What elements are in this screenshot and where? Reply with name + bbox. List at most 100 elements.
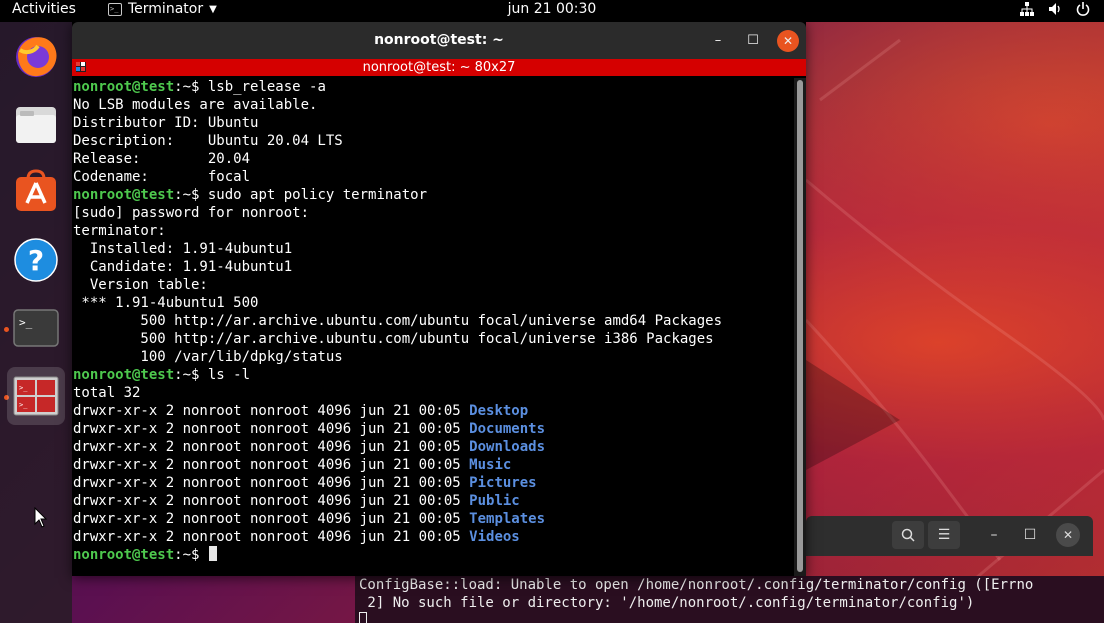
dock-item-firefox[interactable] — [7, 27, 65, 85]
terminal-output-line: Version table: — [73, 277, 208, 293]
ls-entry-details: drwxr-xr-x 2 nonroot nonroot 4096 jun 21… — [73, 493, 470, 509]
terminal-line: 2] No such file or directory: '/home/non… — [359, 595, 975, 611]
window-title: nonroot@test: ~ — [374, 32, 504, 48]
activities-button[interactable]: Activities — [12, 0, 76, 18]
ls-entry-details: drwxr-xr-x 2 nonroot nonroot 4096 jun 21… — [73, 439, 470, 455]
dock-item-terminal[interactable]: >_ — [7, 299, 65, 357]
ls-entry-details: drwxr-xr-x 2 nonroot nonroot 4096 jun 21… — [73, 475, 470, 491]
svg-text:>_: >_ — [19, 316, 33, 329]
terminal-output-line: 500 http://ar.archive.ubuntu.com/ubuntu … — [73, 331, 714, 347]
close-icon[interactable]: ✕ — [1056, 523, 1080, 547]
close-icon[interactable]: ✕ — [777, 30, 799, 52]
ls-entry: drwxr-xr-x 2 nonroot nonroot 4096 jun 21… — [73, 510, 545, 528]
ls-entry-details: drwxr-xr-x 2 nonroot nonroot 4096 jun 21… — [73, 421, 470, 437]
terminal-output-line: terminator: — [73, 223, 166, 239]
maximize-icon[interactable]: ☐ — [742, 30, 764, 52]
terminal-command-line: nonroot@test:~$ lsb_release -a — [73, 78, 326, 96]
prompt-suffix: :~$ — [174, 367, 208, 383]
terminal-cursor — [359, 612, 367, 623]
directory-name: Downloads — [469, 439, 546, 455]
terminal-header-bar[interactable]: nonroot@test: ~ 80x27 — [72, 59, 806, 76]
ls-entry: drwxr-xr-x 2 nonroot nonroot 4096 jun 21… — [73, 420, 545, 438]
terminal-output-line: Description: Ubuntu 20.04 LTS — [73, 133, 343, 149]
ls-entry: drwxr-xr-x 2 nonroot nonroot 4096 jun 21… — [73, 438, 545, 456]
scrollbar[interactable] — [794, 78, 806, 576]
ls-entry: drwxr-xr-x 2 nonroot nonroot 4096 jun 21… — [73, 474, 537, 492]
terminal-command-line: nonroot@test:~$ ls -l — [73, 366, 250, 384]
dock-item-files[interactable] — [7, 95, 65, 153]
svg-text:?: ? — [28, 244, 44, 277]
svg-text:>_: >_ — [19, 384, 28, 392]
shell-prompt: nonroot@test — [73, 547, 175, 563]
chevron-down-icon: ▼ — [209, 3, 217, 15]
prompt-suffix: :~$ — [174, 187, 208, 203]
directory-name: Videos — [469, 529, 520, 545]
shell-prompt: nonroot@test — [73, 367, 175, 383]
terminal-output-line: No LSB modules are available. — [73, 97, 318, 113]
dock-item-software[interactable] — [7, 163, 65, 221]
prompt-suffix: :~$ — [174, 547, 208, 563]
ls-entry-details: drwxr-xr-x 2 nonroot nonroot 4096 jun 21… — [73, 529, 470, 545]
ls-entry-details: drwxr-xr-x 2 nonroot nonroot 4096 jun 21… — [73, 511, 470, 527]
terminal-output-line: 100 /var/lib/dpkg/status — [73, 349, 343, 365]
dock-item-help[interactable]: ? — [7, 231, 65, 289]
top-bar: Activities >_ Terminator ▼ jun 21 00:30 — [0, 0, 1104, 22]
window-titlebar[interactable]: nonroot@test: ~ – ☐ ✕ — [72, 22, 806, 59]
network-icon[interactable] — [1020, 2, 1034, 16]
directory-name: Pictures — [469, 475, 537, 491]
terminal-command-line: nonroot@test:~$ sudo apt policy terminat… — [73, 186, 427, 204]
directory-name: Desktop — [469, 403, 529, 419]
dock-item-terminator[interactable]: >_ >_ — [7, 367, 65, 425]
directory-name: Documents — [469, 421, 546, 437]
command-text: sudo apt policy terminator — [207, 187, 428, 203]
terminal-output-line: [sudo] password for nonroot: — [73, 205, 310, 221]
power-icon[interactable] — [1076, 2, 1090, 16]
minimize-icon[interactable]: – — [982, 521, 1006, 549]
files-icon — [16, 107, 56, 143]
firefox-icon — [16, 37, 57, 77]
terminal-icon: >_ — [13, 309, 59, 347]
terminal-output-line: 500 http://ar.archive.ubuntu.com/ubuntu … — [73, 313, 723, 329]
terminal-grid-icon[interactable] — [76, 62, 86, 72]
volume-icon[interactable] — [1048, 2, 1062, 16]
terminal-output-line: Release: 20.04 — [73, 151, 251, 167]
terminal-output-line: *** 1.91-4ubuntu1 500 — [73, 295, 259, 311]
prompt-suffix: :~$ — [174, 79, 208, 95]
system-tray[interactable] — [1020, 2, 1090, 16]
terminal-output-line: Installed: 1.91-4ubuntu1 — [73, 241, 293, 257]
ls-entry-details: drwxr-xr-x 2 nonroot nonroot 4096 jun 21… — [73, 457, 470, 473]
ls-entry: drwxr-xr-x 2 nonroot nonroot 4096 jun 21… — [73, 528, 520, 546]
background-terminal-body[interactable]: ConfigBase::load: Unable to open /home/n… — [355, 576, 1104, 623]
ls-entry: drwxr-xr-x 2 nonroot nonroot 4096 jun 21… — [73, 402, 528, 420]
terminal-cursor — [208, 546, 217, 561]
command-text: ls -l — [207, 367, 251, 383]
minimize-icon[interactable]: – — [707, 30, 729, 52]
maximize-icon[interactable]: ☐ — [1018, 521, 1042, 549]
shell-prompt: nonroot@test — [73, 187, 175, 203]
terminal-output-line: Candidate: 1.91-4ubuntu1 — [73, 259, 293, 275]
software-center-icon — [16, 169, 56, 211]
scrollbar-thumb[interactable] — [797, 80, 803, 572]
terminator-icon: >_ >_ — [13, 376, 59, 416]
mouse-pointer-icon — [34, 507, 48, 528]
app-menu[interactable]: >_ Terminator ▼ — [108, 0, 217, 18]
search-icon[interactable] — [892, 521, 924, 549]
ls-entry: drwxr-xr-x 2 nonroot nonroot 4096 jun 21… — [73, 492, 520, 510]
directory-name: Music — [469, 457, 512, 473]
dock: ? >_ >_ >_ — [0, 22, 72, 623]
terminal-output[interactable]: nonroot@test:~$ lsb_release -a No LSB mod… — [72, 78, 794, 576]
terminal-output-line: Codename: focal — [73, 169, 251, 185]
app-menu-label: Terminator — [128, 1, 204, 17]
terminator-window: nonroot@test: ~ – ☐ ✕ nonroot@test: ~ 80… — [72, 22, 806, 576]
background-terminal-titlebar[interactable]: ☰ – ☐ ✕ — [806, 516, 1093, 556]
ls-entry-details: drwxr-xr-x 2 nonroot nonroot 4096 jun 21… — [73, 403, 470, 419]
terminal-line: ConfigBase::load: Unable to open /home/n… — [359, 577, 1034, 593]
shell-prompt: nonroot@test — [73, 79, 175, 95]
directory-name: Templates — [469, 511, 546, 527]
hamburger-menu-icon[interactable]: ☰ — [928, 521, 960, 549]
terminal-icon: >_ — [108, 2, 122, 16]
ls-entry: drwxr-xr-x 2 nonroot nonroot 4096 jun 21… — [73, 456, 511, 474]
terminal-output-line: Distributor ID: Ubuntu — [73, 115, 259, 131]
terminal-output-line: total 32 — [73, 385, 141, 401]
clock[interactable]: jun 21 00:30 — [508, 1, 597, 17]
